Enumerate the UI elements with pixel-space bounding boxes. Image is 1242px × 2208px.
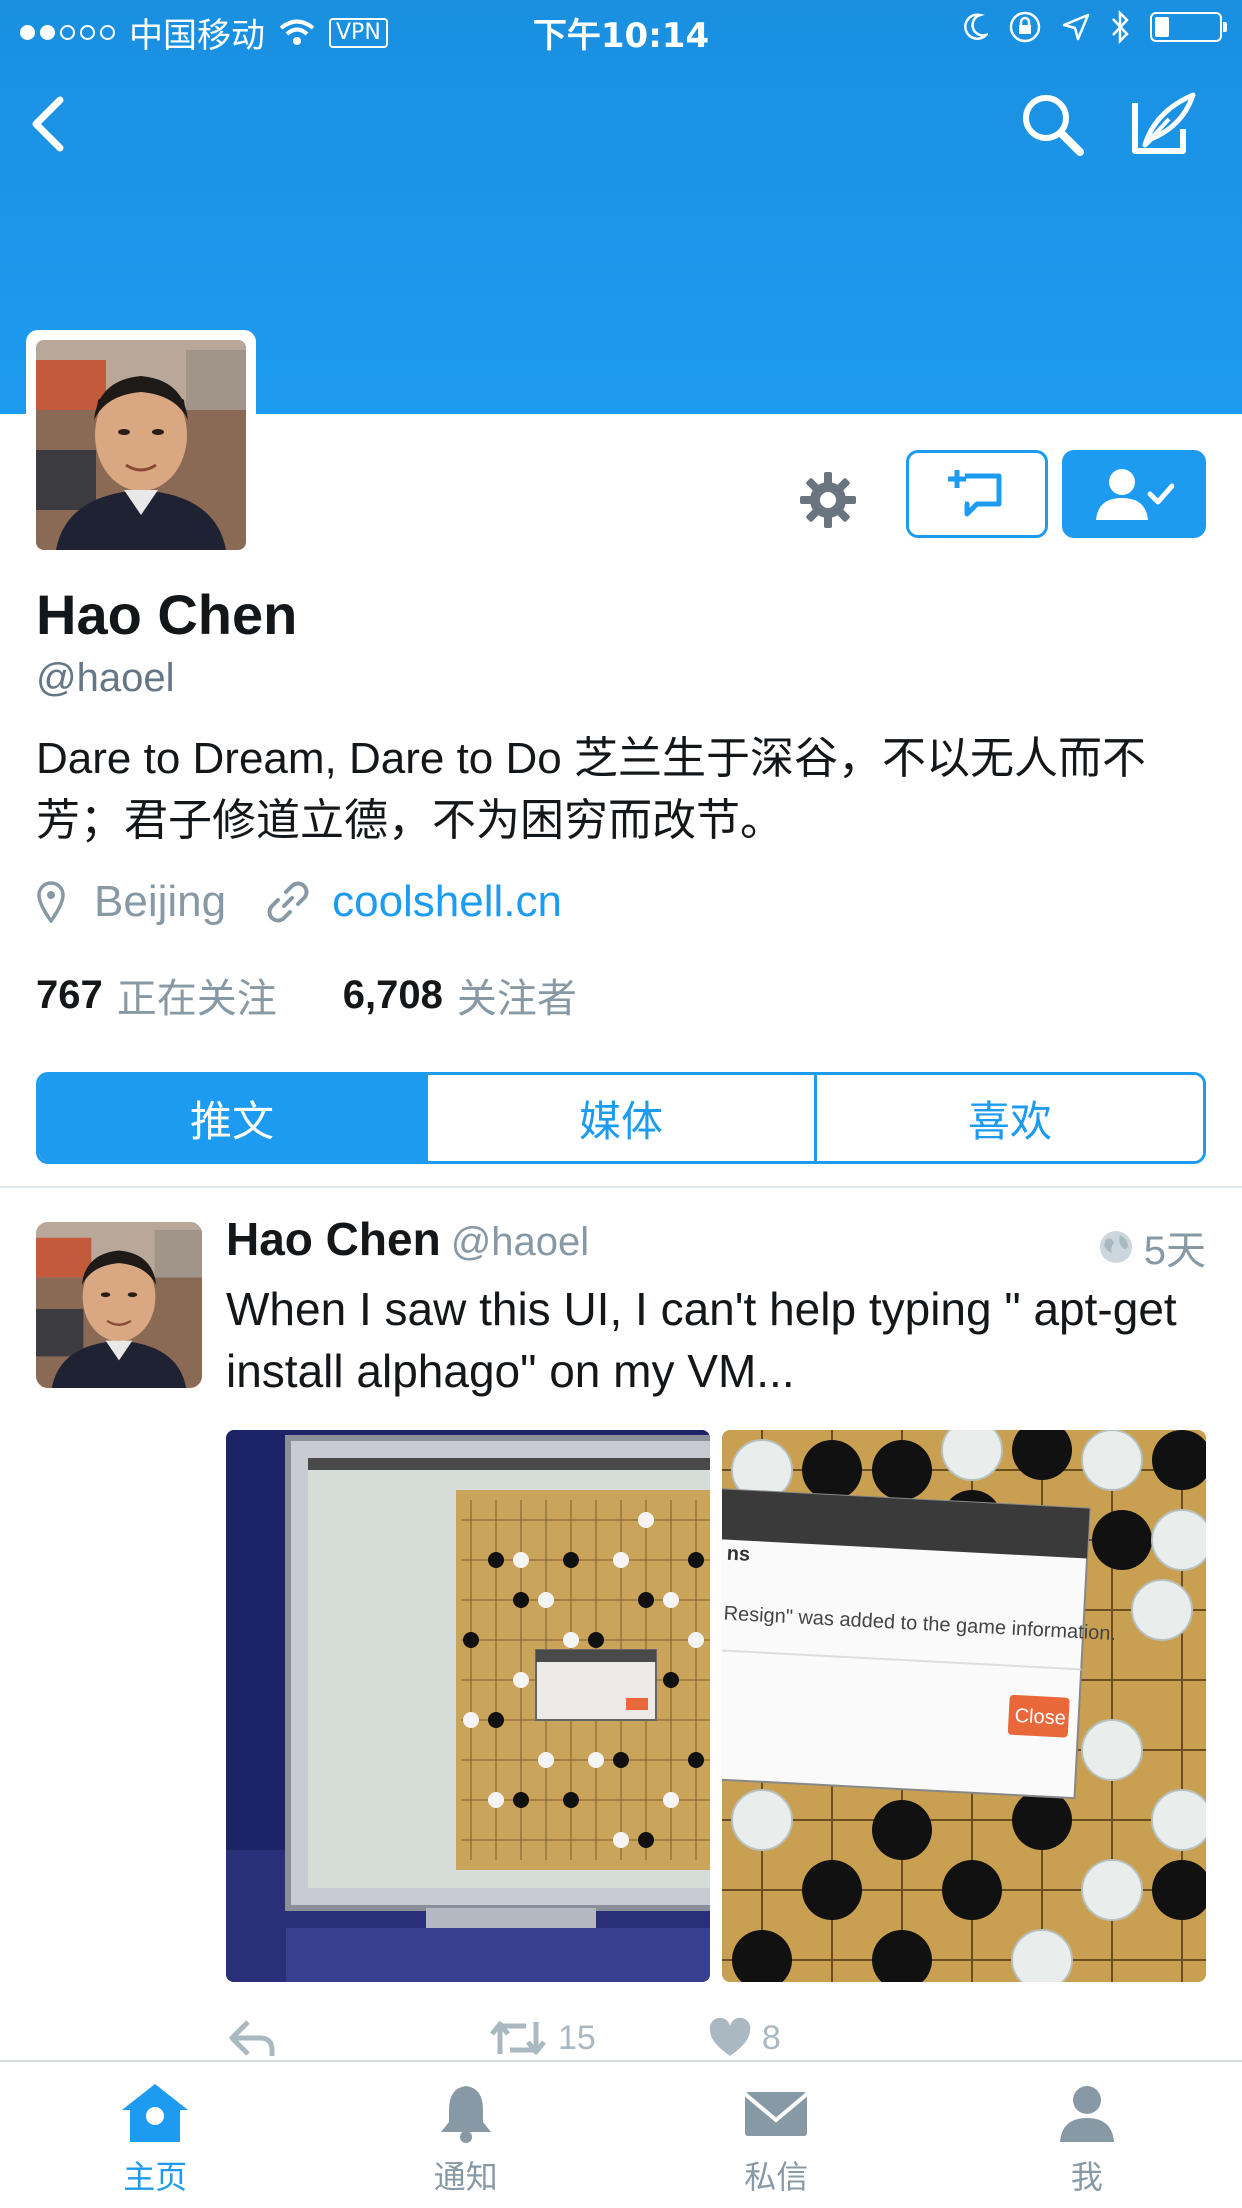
search-icon: [1023, 95, 1084, 156]
profile-website-link[interactable]: coolshell.cn: [332, 877, 562, 927]
person-check-icon: [1096, 469, 1174, 520]
globe-icon: [1099, 1231, 1132, 1263]
link-icon: [267, 881, 309, 923]
profile-stats: 767 正在关注 6,708 关注者: [36, 966, 577, 1024]
compose-button[interactable]: [1124, 84, 1204, 164]
tweet-author-handle: @haoel: [450, 1220, 590, 1264]
tab-notifications[interactable]: 通知: [311, 2062, 622, 2208]
location-arrow-icon: [1062, 13, 1090, 41]
settings-button[interactable]: [790, 462, 866, 538]
retweet-count: 15: [558, 2018, 596, 2057]
profile-handle: @haoel: [36, 656, 175, 700]
like-count: 8: [761, 2018, 781, 2057]
profile-location: Beijing: [94, 877, 227, 926]
search-button[interactable]: [1012, 84, 1092, 164]
moon-icon: [964, 13, 988, 40]
retweet-icon: [490, 2021, 546, 2055]
person-icon: [1059, 2086, 1114, 2142]
tab-me-label: 我: [1070, 2158, 1103, 2196]
battery-icon: [1150, 12, 1227, 42]
like-button[interactable]: 8: [708, 2018, 781, 2058]
tab-likes[interactable]: 喜欢: [814, 1075, 1203, 1161]
profile-avatar[interactable]: [26, 330, 256, 560]
heart-icon: [709, 2018, 751, 2056]
gear-icon: [800, 472, 856, 528]
tweet-author-name: Hao Chen: [226, 1213, 441, 1265]
tweet-actions: 15 8: [226, 2018, 781, 2058]
following-count: 767: [36, 972, 103, 1017]
rotation-lock-icon: [1009, 11, 1041, 43]
tweet-avatar[interactable]: [36, 1222, 202, 1388]
tweet-text: When I saw this UI, I can't help typing …: [226, 1283, 1177, 1397]
tab-messages-label: 私信: [744, 2158, 809, 2196]
back-button[interactable]: [8, 84, 88, 164]
home-icon: [122, 2084, 189, 2142]
reply-icon: [229, 2020, 275, 2056]
tweet-media-image-1[interactable]: [226, 1430, 710, 1982]
profile-bio: Dare to Dream, Dare to Do 芝兰生于深谷，不以无人而不芳…: [36, 734, 1146, 845]
bell-icon: [440, 2086, 491, 2143]
followers-stat[interactable]: 6,708 关注者: [343, 966, 577, 1024]
tab-home[interactable]: 主页: [0, 2062, 311, 2208]
tab-me[interactable]: 我: [932, 2062, 1242, 2208]
status-bar: 中国移动 VPN 下午10:14: [0, 0, 1242, 60]
profile-name: Hao Chen: [36, 583, 298, 646]
tab-tweets[interactable]: 推文: [39, 1075, 425, 1161]
location-pin-icon: [37, 881, 65, 923]
status-bar-right: [962, 10, 1227, 44]
media-dialog-title: ns: [726, 1543, 750, 1566]
tweet-media-image-2[interactable]: ns Resign" was added to the game informa…: [722, 1430, 1206, 1982]
profile-meta: Beijing coolshell.cn: [36, 872, 562, 932]
direct-message-button[interactable]: [906, 450, 1048, 538]
bluetooth-icon: [1112, 10, 1129, 44]
followers-label: 关注者: [456, 977, 577, 1021]
media-close-label: Close: [1014, 1705, 1066, 1730]
message-plus-icon: [948, 470, 1002, 517]
chevron-left-icon: [32, 96, 64, 152]
bottom-tab-bar: 主页 通知 私信 我: [0, 2060, 1242, 2208]
tab-home-label: 主页: [123, 2158, 188, 2196]
avatar-photo: [36, 340, 246, 550]
envelope-icon: [743, 2092, 809, 2136]
section-divider: [0, 1186, 1242, 1188]
reply-button[interactable]: [226, 2018, 278, 2058]
tweet-time-text: 5天: [1143, 1229, 1206, 1273]
tweet-timestamp: 5天: [1098, 1218, 1206, 1276]
following-label: 正在关注: [116, 977, 277, 1021]
followers-count: 6,708: [342, 972, 443, 1017]
tab-messages[interactable]: 私信: [621, 2062, 932, 2208]
tweet-author[interactable]: Hao Chen @haoel: [226, 1212, 589, 1266]
profile-tabs: 推文 媒体 喜欢: [36, 1072, 1206, 1164]
following-stat[interactable]: 767 正在关注: [36, 966, 277, 1024]
following-button[interactable]: [1062, 450, 1206, 538]
tab-notifications-label: 通知: [433, 2158, 498, 2196]
retweet-button[interactable]: 15: [488, 2018, 596, 2058]
compose-quill-icon: [1132, 92, 1196, 154]
tab-media[interactable]: 媒体: [425, 1075, 814, 1161]
